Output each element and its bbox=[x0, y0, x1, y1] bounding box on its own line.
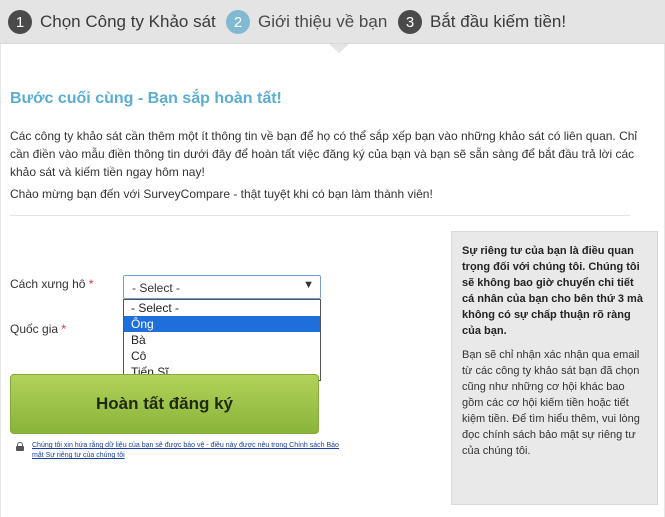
step-3: 3 Bắt đầu kiếm tiền! bbox=[398, 8, 566, 36]
privacy-details: Bạn sẽ chỉ nhận xác nhận qua email từ cá… bbox=[462, 349, 640, 457]
chevron-down-icon[interactable]: ▼ bbox=[303, 279, 314, 291]
title-dropdown-list: - Select - Ông Bà Cô Tiến Sĩ bbox=[123, 299, 321, 381]
lock-icon bbox=[16, 442, 24, 451]
step-1: 1 Chọn Công ty Khảo sát bbox=[8, 8, 216, 36]
title-select-value: - Select - bbox=[132, 281, 181, 295]
country-label: Quốc gia * bbox=[10, 322, 66, 336]
step-1-number: 1 bbox=[8, 10, 32, 34]
page-heading: Bước cuối cùng - Bạn sắp hoàn tất! bbox=[10, 90, 282, 107]
step-2: 2 Giới thiệu về bạn bbox=[226, 8, 387, 36]
intro-text: Các công ty khảo sát cần thêm một ít thô… bbox=[10, 129, 638, 179]
title-select[interactable]: - Select - ▼ bbox=[123, 275, 321, 299]
dropdown-option-co[interactable]: Cô bbox=[124, 348, 320, 364]
privacy-policy-link-text[interactable]: Chúng tôi xin hứa rằng dữ liệu của bạn s… bbox=[32, 442, 339, 459]
required-marker: * bbox=[61, 322, 67, 336]
title-label-text: Cách xưng hô bbox=[10, 277, 86, 291]
complete-registration-button[interactable]: Hoàn tất đăng ký bbox=[10, 374, 319, 434]
dropdown-option-select[interactable]: - Select - bbox=[124, 300, 320, 316]
divider bbox=[10, 215, 630, 216]
step-3-label: Bắt đầu kiếm tiền! bbox=[430, 12, 567, 31]
step-1-label: Chọn Công ty Khảo sát bbox=[40, 12, 216, 31]
country-label-text: Quốc gia bbox=[10, 322, 59, 336]
privacy-sidebar: Sự riêng tư của bạn là điều quan trọng đ… bbox=[451, 231, 658, 505]
title-label: Cách xưng hô * bbox=[10, 277, 93, 291]
dropdown-option-ong[interactable]: Ông bbox=[124, 316, 320, 332]
welcome-text: Chào mừng bạn đến với SurveyCompare - th… bbox=[10, 187, 433, 201]
privacy-statement: Sự riêng tư của bạn là điều quan trọng đ… bbox=[462, 245, 643, 337]
step-progress-bar: 1 Chọn Công ty Khảo sát 2 Giới thiệu về … bbox=[0, 0, 665, 44]
dropdown-option-ba[interactable]: Bà bbox=[124, 332, 320, 348]
step-3-number: 3 bbox=[398, 10, 422, 34]
required-marker: * bbox=[88, 277, 94, 291]
step-2-number: 2 bbox=[226, 10, 250, 34]
privacy-policy-link[interactable]: Chúng tôi xin hứa rằng dữ liệu của bạn s… bbox=[16, 441, 346, 461]
step-2-label: Giới thiệu về bạn bbox=[258, 12, 388, 31]
